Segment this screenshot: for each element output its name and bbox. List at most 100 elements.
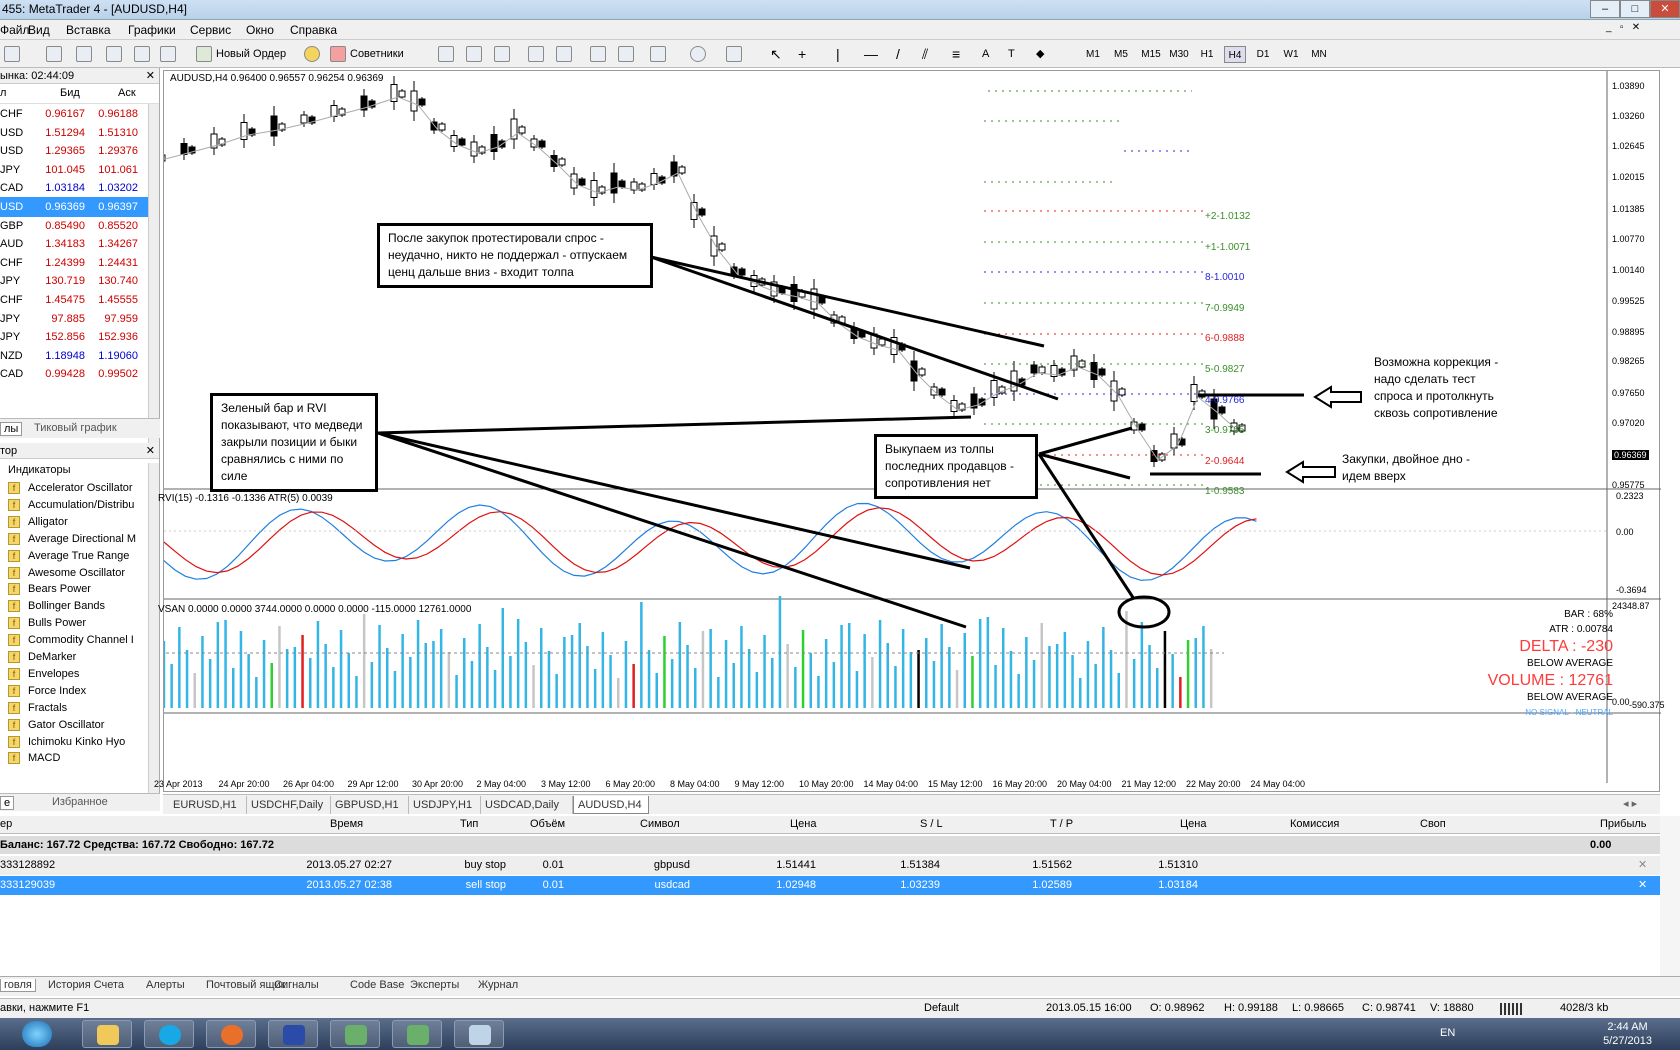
terminal-col-header[interactable]: Тип — [460, 818, 478, 830]
clock[interactable]: 2:44 AM 5/27/2013 — [1603, 1020, 1652, 1048]
nav-indicator-item[interactable]: f Accelerator Oscillator — [0, 479, 148, 497]
terminal-col-header[interactable]: Комиссия — [1290, 818, 1339, 830]
nav-indicator-item[interactable]: f MACD — [0, 749, 148, 767]
terminal-icon[interactable] — [160, 46, 176, 62]
market-watch-row[interactable]: USD 1.51294 1.51310 — [0, 123, 148, 143]
market-watch-row[interactable]: GBP 0.85490 0.85520 — [0, 216, 148, 236]
save-task[interactable] — [268, 1020, 318, 1048]
tab-tick-chart[interactable]: Тиковый график — [34, 422, 117, 434]
chart-tab[interactable]: GBPUSD,H1 — [331, 796, 409, 814]
chart-canvas[interactable] — [164, 71, 1661, 793]
terminal-col-header[interactable]: Цена — [1180, 818, 1206, 830]
terminal-col-header[interactable]: Символ — [640, 818, 680, 830]
nav-indicator-item[interactable]: f DeMarker — [0, 648, 148, 666]
terminal-tab[interactable]: Эксперты — [410, 979, 459, 991]
indicators-icon[interactable] — [650, 46, 666, 62]
zoom-in-icon[interactable] — [528, 46, 544, 62]
candlestick-icon[interactable] — [466, 46, 482, 62]
menu-tools[interactable]: Сервис — [190, 23, 231, 37]
tab-scroll-icon[interactable]: ◂ ▸ — [1623, 797, 1637, 810]
market-watch-row[interactable]: AUD 1.34183 1.34267 — [0, 234, 148, 254]
trendline-icon[interactable]: / — [896, 44, 900, 64]
line-chart-icon[interactable] — [494, 46, 510, 62]
nav-indicator-item[interactable]: f Commodity Channel I — [0, 631, 148, 649]
start-icon[interactable] — [22, 1021, 52, 1047]
market-watch-row[interactable]: USD 0.96369 0.96397 — [0, 197, 148, 217]
chart-tab[interactable]: AUDUSD,H4 — [573, 796, 649, 814]
tf-m30[interactable]: M30 — [1166, 46, 1192, 63]
chart-tab[interactable]: USDJPY,H1 — [409, 796, 481, 814]
periods-icon[interactable] — [690, 46, 706, 62]
market-watch-row[interactable]: USD 1.29365 1.29376 — [0, 141, 148, 161]
nav-indicator-item[interactable]: f Alligator — [0, 513, 148, 531]
close-order-icon[interactable]: ✕ — [1638, 856, 1647, 875]
close-button[interactable]: ✕ — [1650, 0, 1680, 18]
tf-m15[interactable]: M15 — [1138, 46, 1164, 63]
market-watch-row[interactable]: JPY 97.885 97.959 — [0, 309, 148, 329]
new-order-button[interactable]: Новый Ордер — [216, 44, 286, 64]
crosshair-icon[interactable] — [76, 46, 92, 62]
terminal-tab[interactable]: История Счета — [48, 979, 124, 991]
tf-h4[interactable]: H4 — [1224, 46, 1246, 63]
menu-help[interactable]: Справка — [290, 23, 337, 37]
nav-indicator-item[interactable]: f Gator Oscillator — [0, 716, 148, 734]
terminal-tab[interactable]: Code Base — [350, 979, 404, 991]
tf-h1[interactable]: H1 — [1196, 46, 1218, 63]
fibonacci-icon[interactable]: ≡ — [952, 44, 960, 64]
metatrader-task-2[interactable] — [392, 1020, 442, 1048]
terminal-col-header[interactable]: ер — [0, 818, 12, 830]
nav-indicator-item[interactable]: f Average True Range — [0, 547, 148, 565]
chart-tab[interactable]: USDCAD,Daily — [481, 796, 573, 814]
nav-indicator-item[interactable]: f Force Index — [0, 682, 148, 700]
nav-indicator-item[interactable]: f Envelopes — [0, 665, 148, 683]
tab-common[interactable]: е — [0, 796, 15, 810]
col-ask[interactable]: Аск — [118, 87, 136, 99]
language-indicator[interactable]: EN — [1440, 1027, 1455, 1039]
firefox-task[interactable] — [206, 1020, 256, 1048]
order-row[interactable]: 333129039 2013.05.27 02:38 sell stop 0.01 us… — [0, 876, 1660, 895]
nav-indicator-item[interactable]: f Awesome Oscillator — [0, 564, 148, 582]
scrollbar[interactable] — [148, 463, 159, 793]
maximize-button[interactable]: □ — [1620, 0, 1650, 18]
text-tool-icon[interactable]: A — [982, 44, 989, 64]
tf-m5[interactable]: M5 — [1110, 46, 1132, 63]
market-watch-row[interactable]: CAD 0.99428 0.99502 — [0, 364, 148, 384]
advisors-button[interactable]: Советники — [350, 44, 404, 64]
channel-icon[interactable]: ⫽ — [922, 44, 928, 64]
market-watch-row[interactable]: CHF 1.45475 1.45555 — [0, 290, 148, 310]
cursor-icon[interactable]: ↖ — [770, 44, 782, 64]
terminal-tab[interactable]: говля — [0, 979, 36, 992]
text-label-icon[interactable]: T — [1008, 44, 1015, 64]
terminal-tab[interactable]: Сигналы — [274, 979, 319, 991]
terminal-col-header[interactable]: Прибыль — [1600, 818, 1647, 830]
vertical-line-icon[interactable]: | — [836, 44, 840, 64]
navigator-icon[interactable] — [134, 46, 150, 62]
tf-mn[interactable]: MN — [1308, 46, 1330, 63]
nav-indicators-root[interactable]: Индикаторы — [0, 461, 148, 479]
terminal-col-header[interactable]: Своп — [1420, 818, 1446, 830]
mdi-controls[interactable]: _ ▫ ✕ — [1606, 22, 1676, 38]
nav-indicator-item[interactable]: f Average Directional M — [0, 530, 148, 548]
tf-m1[interactable]: M1 — [1082, 46, 1104, 63]
menu-file[interactable]: Файл — [0, 23, 30, 37]
menu-view[interactable]: Вид — [28, 23, 50, 37]
autotrading-icon[interactable] — [304, 46, 320, 62]
arrows-icon[interactable]: ◆ — [1036, 44, 1044, 64]
terminal-col-header[interactable]: S / L — [920, 818, 943, 830]
chart-tab[interactable]: USDCHF,Daily — [247, 796, 331, 814]
tab-favorites[interactable]: Избранное — [52, 796, 108, 808]
chart-tab[interactable]: EURUSD,H1 — [169, 796, 247, 814]
market-watch-row[interactable]: NZD 1.18948 1.19060 — [0, 346, 148, 366]
menu-charts[interactable]: Графики — [128, 23, 176, 37]
order-row[interactable]: 333128892 2013.05.27 02:27 buy stop 0.01 gbp… — [0, 856, 1660, 875]
metatrader-task-1[interactable] — [330, 1020, 380, 1048]
metatrader-task-3[interactable] — [454, 1020, 504, 1048]
market-watch-icon[interactable] — [106, 46, 122, 62]
col-symbol[interactable]: л — [0, 87, 6, 99]
tf-w1[interactable]: W1 — [1280, 46, 1302, 63]
terminal-col-header[interactable]: Объём — [530, 818, 565, 830]
new-chart-icon[interactable] — [4, 46, 20, 62]
close-icon[interactable]: ✕ — [146, 68, 155, 84]
tf-d1[interactable]: D1 — [1252, 46, 1274, 63]
market-watch-row[interactable]: JPY 130.719 130.740 — [0, 271, 148, 291]
